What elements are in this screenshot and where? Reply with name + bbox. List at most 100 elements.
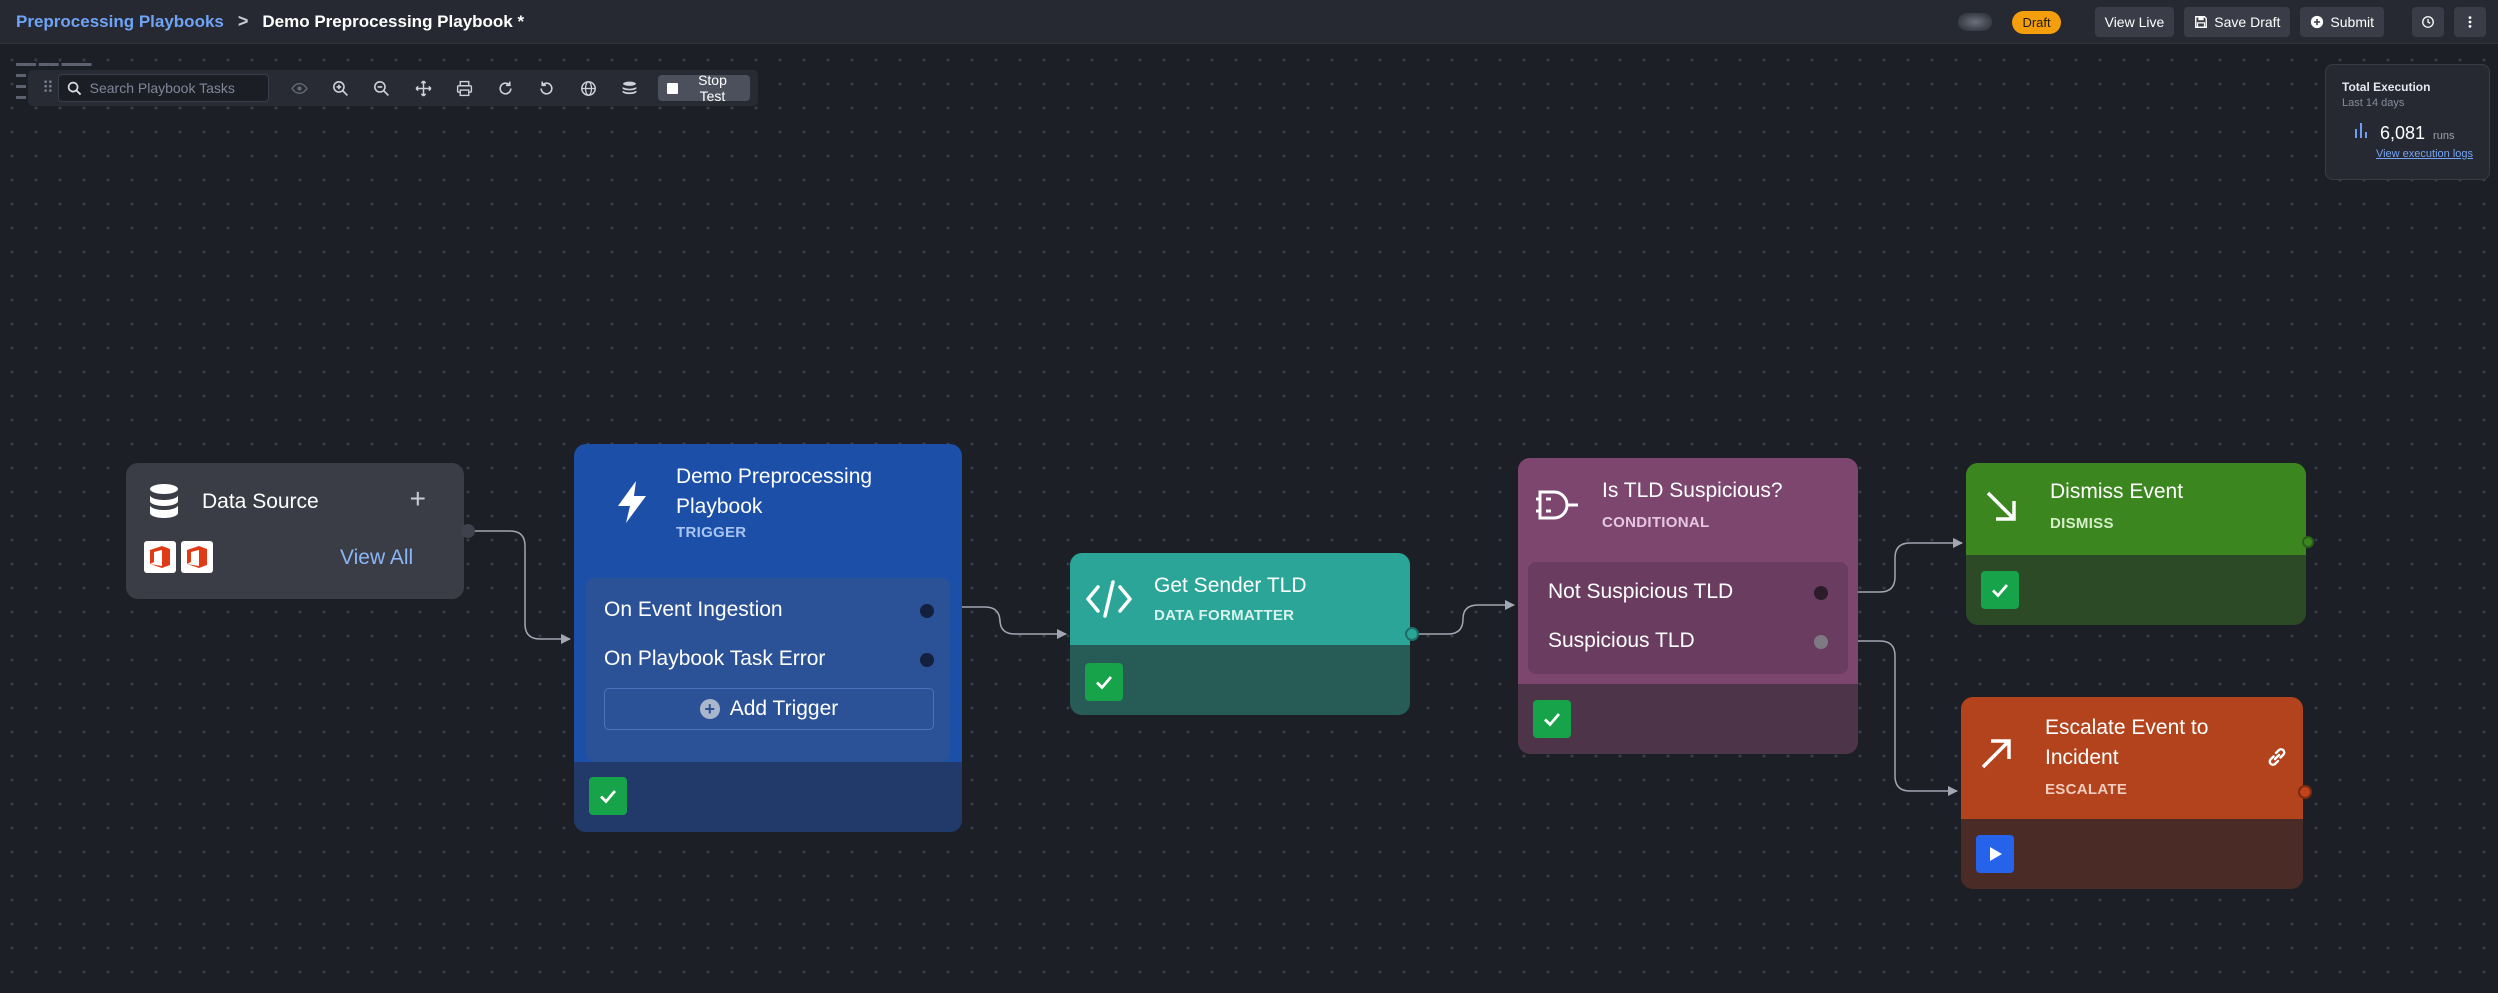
logic-gate-icon — [1536, 490, 1578, 520]
view-all-link[interactable]: View All — [340, 546, 413, 570]
undo-icon — [540, 81, 554, 95]
formatter-output-handle[interactable] — [1405, 627, 1419, 641]
search-input[interactable] — [89, 80, 260, 96]
trigger-type: TRIGGER — [676, 524, 747, 541]
save-draft-button[interactable]: Save Draft — [2184, 7, 2291, 37]
data-formatter-node[interactable]: Get Sender TLD DATA FORMATTER — [1070, 553, 1410, 715]
execution-stat: 6,081 runs — [2342, 121, 2473, 144]
history-button[interactable] — [2412, 7, 2444, 37]
task-search[interactable] — [57, 74, 269, 102]
header-actions: Draft View Live Save Draft Submit — [1958, 6, 2486, 38]
escalate-type: ESCALATE — [2045, 781, 2128, 798]
more-vertical-icon — [2468, 16, 2472, 28]
view-execution-logs-link[interactable]: View execution logs — [2342, 148, 2473, 160]
dismiss-title: Dismiss Event — [2050, 480, 2184, 503]
condition-branches: Not Suspicious TLD Suspicious TLD — [1528, 562, 1848, 674]
formatter-title: Get Sender TLD — [1154, 574, 1307, 597]
edge-formatter-conditional — [1418, 600, 1515, 635]
formatter-type: DATA FORMATTER — [1154, 607, 1295, 624]
print-icon — [456, 80, 472, 96]
submit-button[interactable]: Submit — [2300, 7, 2384, 37]
trigger-item-event-ingestion[interactable]: On Event Ingestion — [604, 598, 783, 622]
trigger-node[interactable]: Demo Preprocessing Playbook TRIGGER On E… — [574, 444, 962, 832]
branch-suspicious[interactable]: Suspicious TLD — [1548, 629, 1695, 653]
breadcrumb-separator: > — [237, 11, 249, 31]
stop-icon — [667, 82, 678, 94]
status-check-icon — [1085, 663, 1123, 701]
escalate-title: Escalate Event to Incident — [2045, 713, 2245, 773]
add-data-source-button[interactable]: + — [410, 485, 426, 513]
escalate-output-handle[interactable] — [2298, 785, 2312, 799]
trigger-item-task-error[interactable]: On Playbook Task Error — [604, 647, 825, 671]
globe-icon — [580, 80, 596, 96]
conditional-title: Is TLD Suspicious? — [1602, 479, 1783, 502]
dismiss-header: Dismiss Event DISMISS — [1966, 463, 2306, 555]
run-play-icon[interactable] — [1976, 835, 2014, 873]
globe-button[interactable] — [568, 74, 609, 102]
layers-icon — [622, 81, 637, 94]
formatter-header: Get Sender TLD DATA FORMATTER — [1070, 553, 1410, 645]
escalate-title-line1: Escalate Event to — [2045, 716, 2209, 739]
data-source-logos — [144, 541, 213, 573]
bar-chart-icon — [2355, 123, 2367, 138]
office-365-icon — [144, 541, 176, 573]
view-live-button[interactable]: View Live — [2094, 7, 2175, 37]
top-bar: Preprocessing Playbooks > Demo Preproces… — [0, 0, 2498, 44]
dismiss-type: DISMISS — [2050, 515, 2114, 532]
avatar[interactable] — [1958, 13, 1993, 31]
breadcrumb-parent-link[interactable]: Preprocessing Playbooks — [16, 12, 224, 32]
toggle-visibility-button[interactable] — [279, 74, 320, 102]
execution-title: Total Execution — [2342, 80, 2431, 94]
zoom-in-button[interactable] — [320, 74, 361, 102]
print-button[interactable] — [444, 74, 485, 102]
branch-not-suspicious[interactable]: Not Suspicious TLD — [1548, 580, 1733, 604]
canvas-toolbar: ⠿ Stop Test — [28, 70, 758, 106]
data-source-output-handle[interactable] — [461, 524, 475, 538]
fit-view-button[interactable] — [402, 74, 443, 102]
arrow-down-right-icon — [1986, 491, 2016, 521]
conditional-header: Is TLD Suspicious? CONDITIONAL Not Suspi… — [1518, 458, 1858, 684]
trigger-header: Demo Preprocessing Playbook TRIGGER — [614, 462, 906, 541]
data-source-title: Data Source — [202, 490, 319, 513]
status-check-icon — [1981, 571, 2019, 609]
escalate-header: Escalate Event to Incident ESCALATE — [1961, 697, 2303, 819]
status-check-icon — [589, 777, 627, 815]
conditional-node[interactable]: Is TLD Suspicious? CONDITIONAL Not Suspi… — [1518, 458, 1858, 754]
zoom-out-button[interactable] — [361, 74, 402, 102]
escalate-title-line2: Incident — [2045, 746, 2119, 769]
trigger-list: On Event Ingestion On Playbook Task Erro… — [586, 578, 950, 762]
plus-circle-icon — [2311, 15, 2324, 29]
data-source-node[interactable]: Data Source + View All — [126, 463, 464, 599]
status-badge: Draft — [2012, 10, 2061, 34]
add-trigger-button[interactable]: + Add Trigger — [604, 688, 934, 730]
trigger-output-handle[interactable] — [920, 653, 934, 667]
fit-view-icon — [415, 80, 432, 96]
more-options-button[interactable] — [2454, 7, 2486, 37]
edge-datasource-trigger — [470, 530, 571, 644]
branch-output-handle[interactable] — [1814, 586, 1828, 600]
zoom-out-icon — [374, 80, 390, 96]
database-icon — [150, 484, 178, 518]
plus-circle-icon: + — [699, 699, 720, 719]
drag-handle-icon[interactable]: ⠿ — [36, 78, 58, 98]
redo-button[interactable] — [485, 74, 526, 102]
dismiss-event-node[interactable]: Dismiss Event DISMISS — [1966, 463, 2306, 625]
undo-button[interactable] — [526, 74, 567, 102]
page-title: Demo Preprocessing Playbook * — [262, 11, 525, 31]
escalate-event-node[interactable]: Escalate Event to Incident ESCALATE — [1961, 697, 2303, 889]
dismiss-output-handle[interactable] — [2302, 536, 2314, 548]
trigger-footer — [574, 762, 962, 832]
lightning-icon — [618, 481, 646, 523]
link-icon[interactable] — [2265, 745, 2289, 769]
stop-test-button[interactable]: Stop Test — [658, 72, 750, 104]
status-check-icon — [1533, 700, 1571, 738]
arrow-up-right-icon — [1981, 739, 2011, 769]
execution-count: 6,081 — [2380, 123, 2426, 143]
save-icon — [2195, 16, 2208, 28]
branch-output-handle[interactable] — [1814, 635, 1828, 649]
stop-test-label: Stop Test — [698, 72, 727, 104]
office-365-icon — [181, 541, 213, 573]
eye-icon — [291, 82, 308, 94]
trigger-output-handle[interactable] — [920, 604, 934, 618]
layers-button[interactable] — [609, 74, 650, 102]
